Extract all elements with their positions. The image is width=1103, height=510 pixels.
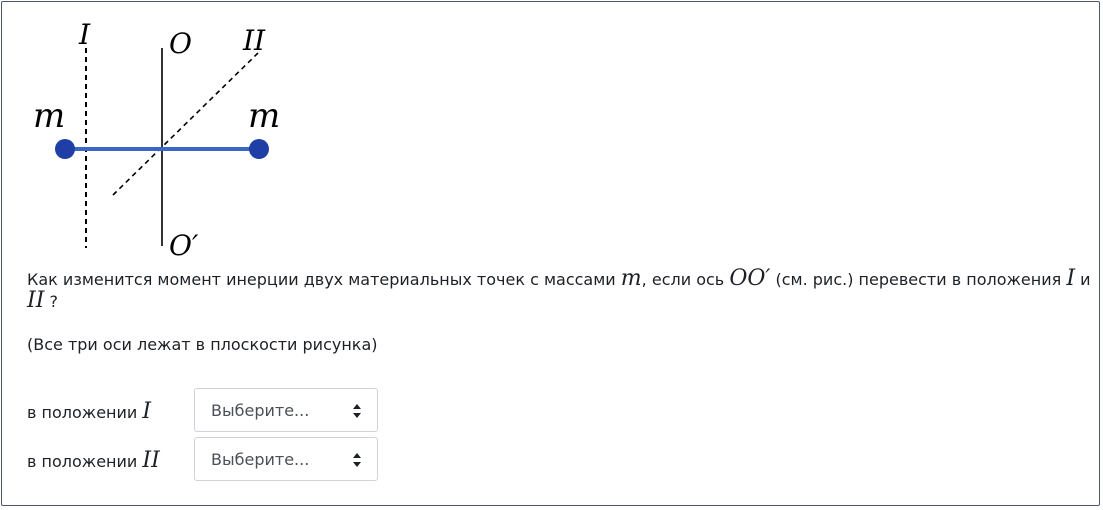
math-var-I: I (1066, 266, 1076, 291)
math-var-I: I (142, 398, 152, 424)
answer-label-prefix: в положении (27, 402, 138, 422)
answer-row-I: в положении I Выберите... (27, 388, 378, 434)
mass-right-label: m (248, 96, 280, 136)
question-text-part: и (1080, 270, 1091, 289)
answer-label-I: в положении I (27, 399, 194, 424)
axis-II-line (112, 52, 259, 196)
select-position-I[interactable]: Выберите... (194, 388, 378, 432)
select-value: Выберите... (211, 449, 310, 469)
answer-label-II: в положении II (27, 448, 194, 473)
select-arrows-icon (353, 404, 361, 418)
math-var-m: m (620, 266, 642, 291)
axis-O-prime-label: O′ (169, 229, 199, 262)
answer-label-prefix: в положении (27, 451, 138, 471)
mass-left-label: m (33, 96, 65, 136)
question-note: (Все три оси лежат в плоскости рисунка) (27, 335, 378, 354)
axis-II-label: II (242, 24, 266, 57)
question-text-part: (см. рис.) перевести в положения (775, 270, 1062, 289)
select-value: Выберите... (211, 400, 310, 420)
answer-row-II: в положении II Выберите... (27, 437, 378, 483)
mass-right (249, 139, 269, 159)
math-var-II: II (142, 447, 160, 473)
question-text-part: , если ось (641, 270, 725, 289)
select-position-II[interactable]: Выберите... (194, 437, 378, 481)
physics-diagram: I O II O′ m m (33, 18, 280, 262)
mass-left (55, 139, 75, 159)
math-var-II: II (27, 288, 45, 313)
question-text-part: Как изменится момент инерции двух матери… (27, 270, 616, 289)
question-text: Как изменится момент инерции двух матери… (27, 268, 1097, 312)
question-text-part: ? (49, 292, 58, 311)
math-var-axis: OO′ (729, 266, 771, 291)
axis-I-label: I (78, 18, 91, 51)
select-arrows-icon (353, 453, 361, 467)
axis-O-label: O (169, 27, 192, 60)
